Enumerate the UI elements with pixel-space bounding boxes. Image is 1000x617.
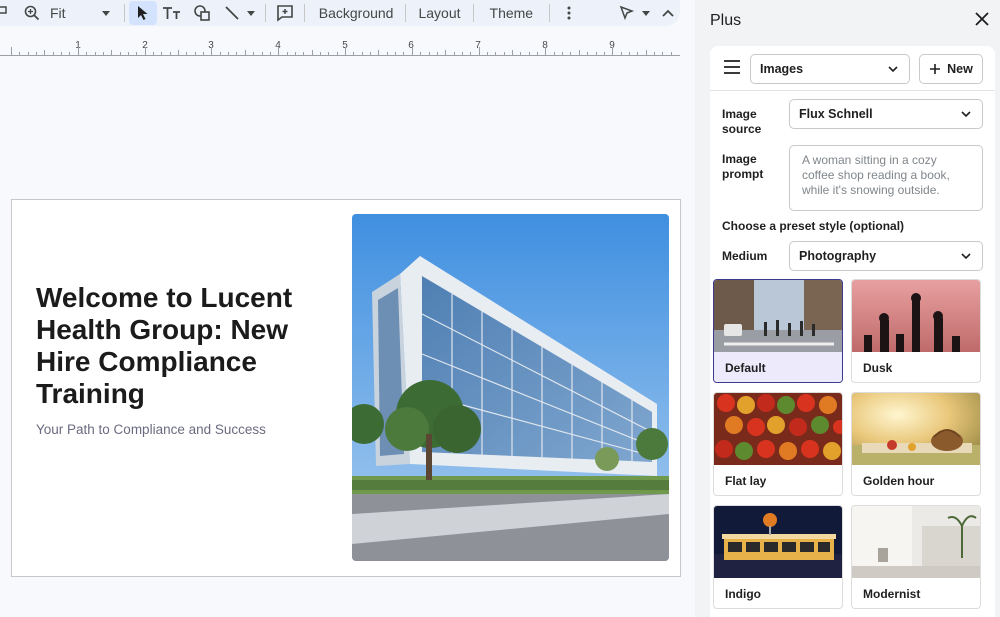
medium-label: Medium bbox=[722, 249, 768, 263]
background-button[interactable]: Background bbox=[309, 5, 402, 21]
line-tool-icon[interactable] bbox=[217, 1, 247, 25]
preset-style-label: Choose a preset style (optional) bbox=[722, 219, 905, 233]
medium-value: Photography bbox=[799, 249, 877, 263]
editor-toolbar: Fit Background Layout Theme bbox=[0, 0, 680, 26]
ruler-tick bbox=[278, 47, 280, 55]
style-preview-modernist bbox=[852, 506, 980, 578]
zoom-value: Fit bbox=[49, 5, 66, 21]
medium-select[interactable]: Photography bbox=[789, 241, 983, 271]
style-tile-label: Indigo bbox=[725, 587, 761, 601]
style-tile-label: Modernist bbox=[863, 587, 921, 601]
layout-button[interactable]: Layout bbox=[410, 5, 468, 21]
new-button-label: New bbox=[947, 62, 973, 76]
ruler-tick bbox=[612, 47, 614, 55]
pen-tool-icon[interactable] bbox=[612, 1, 642, 25]
zoom-select[interactable]: Fit bbox=[44, 0, 120, 26]
slide-title[interactable]: Welcome to Lucent Health Group: New Hire… bbox=[36, 282, 336, 410]
ruler-tick bbox=[77, 47, 79, 55]
plus-side-panel: Plus Images New Image source Flux Schnel… bbox=[695, 0, 1000, 617]
style-tile-golden-hour[interactable]: Golden hour bbox=[851, 392, 981, 496]
toolbar-divider bbox=[549, 4, 551, 22]
new-button[interactable]: New bbox=[919, 54, 983, 84]
ruler-tick bbox=[345, 47, 346, 55]
hamburger-menu-icon[interactable] bbox=[723, 60, 741, 76]
style-preview-indigo bbox=[714, 506, 842, 578]
style-tile-flat-lay[interactable]: Flat lay bbox=[713, 392, 843, 496]
style-preview-flat-lay bbox=[714, 393, 842, 465]
slide-building-image[interactable] bbox=[352, 214, 669, 561]
image-source-label: Image source bbox=[722, 107, 762, 136]
shapes-icon[interactable] bbox=[187, 1, 217, 25]
toolbar-divider bbox=[472, 4, 474, 22]
collapse-toolbar-icon[interactable] bbox=[656, 1, 680, 25]
toolbar-divider bbox=[405, 4, 407, 22]
image-source-select[interactable]: Flux Schnell bbox=[789, 99, 983, 129]
plus-icon bbox=[930, 64, 941, 74]
panel-card: Images New Image source Flux Schnell Ima… bbox=[710, 46, 995, 617]
toolbar-divider bbox=[264, 4, 266, 22]
style-tile-label: Golden hour bbox=[863, 474, 935, 488]
style-tile-indigo[interactable]: Indigo bbox=[713, 505, 843, 609]
select-tool-icon[interactable] bbox=[128, 1, 157, 25]
chevron-down-icon[interactable] bbox=[246, 10, 255, 16]
ruler-tick bbox=[545, 47, 547, 55]
ruler-tick bbox=[478, 47, 480, 55]
slide-canvas[interactable]: Welcome to Lucent Health Group: New Hire… bbox=[11, 199, 681, 577]
ruler-tick bbox=[411, 47, 413, 55]
style-tile-label: Flat lay bbox=[725, 474, 767, 488]
mode-select-value: Images bbox=[760, 62, 804, 76]
chevron-down-icon bbox=[961, 111, 971, 118]
chevron-down-icon bbox=[961, 253, 971, 260]
zoom-icon[interactable] bbox=[20, 1, 44, 25]
toolbar-divider bbox=[123, 4, 125, 22]
style-preview-default bbox=[714, 280, 842, 352]
chevron-down-icon bbox=[101, 10, 110, 16]
ruler-baseline bbox=[0, 55, 680, 56]
slide-subtitle[interactable]: Your Path to Compliance and Success bbox=[36, 422, 266, 437]
theme-button[interactable]: Theme bbox=[478, 5, 546, 21]
style-tile-label: Default bbox=[714, 352, 842, 382]
card-divider bbox=[710, 90, 995, 91]
add-comment-icon[interactable] bbox=[270, 1, 300, 25]
style-preview-dusk bbox=[852, 280, 980, 352]
style-tile-modernist[interactable]: Modernist bbox=[851, 505, 981, 609]
ruler-tick bbox=[211, 47, 213, 55]
image-source-value: Flux Schnell bbox=[799, 107, 873, 121]
image-prompt-input[interactable]: A woman sitting in a cozy coffee shop re… bbox=[789, 145, 983, 211]
toolbar-overflow-edge bbox=[0, 0, 10, 26]
panel-title: Plus bbox=[710, 12, 742, 29]
style-preview-golden-hour bbox=[852, 393, 980, 465]
style-tile-label: Dusk bbox=[863, 361, 893, 375]
chevron-down-icon bbox=[888, 66, 898, 73]
ruler-tick bbox=[11, 47, 12, 55]
chevron-down-icon[interactable] bbox=[642, 10, 650, 16]
close-icon[interactable] bbox=[974, 11, 992, 29]
style-tile-dusk[interactable]: Dusk bbox=[851, 279, 981, 383]
style-tile-default[interactable]: Default bbox=[713, 279, 843, 383]
more-options-icon[interactable] bbox=[554, 1, 584, 25]
mode-select[interactable]: Images bbox=[750, 54, 910, 84]
text-box-icon[interactable] bbox=[157, 1, 187, 25]
ruler-tick bbox=[144, 47, 146, 55]
toolbar-divider bbox=[303, 4, 305, 22]
image-prompt-label: Image prompt bbox=[722, 152, 764, 181]
